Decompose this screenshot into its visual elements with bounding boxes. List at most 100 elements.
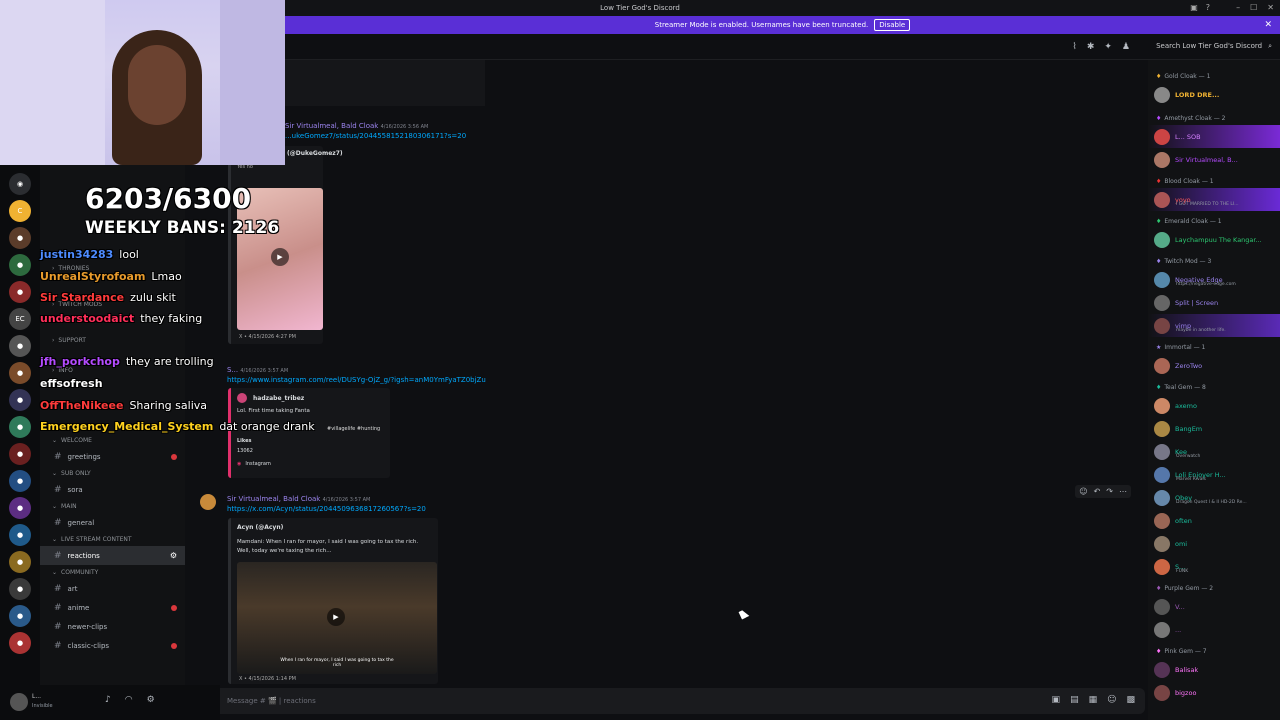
more-icon[interactable]: ⋯ (1119, 487, 1127, 496)
server-icon[interactable]: ● (9, 497, 31, 519)
server-icon[interactable]: ● (9, 605, 31, 627)
channel-sora[interactable]: # sora (40, 480, 185, 499)
member[interactable]: ... (1148, 618, 1280, 641)
close-icon[interactable]: ✕ (1267, 3, 1274, 12)
apps-icon[interactable]: ▩ (1126, 695, 1135, 705)
member-list-icon[interactable]: ♟ (1122, 42, 1130, 52)
maximize-icon[interactable]: ☐ (1250, 3, 1257, 12)
category-welcome[interactable]: ⌄ WELCOME (40, 433, 185, 447)
member[interactable]: Obey Dragon Quest I & II HD-2D Re... (1148, 486, 1280, 509)
hash-icon: # (54, 451, 62, 462)
member[interactable]: Negative Edge https://negative-edge.com (1148, 268, 1280, 291)
category-live-stream-content[interactable]: ⌄ LIVE STREAM CONTENT (40, 532, 185, 546)
channel-newer-clips[interactable]: # newer-clips (40, 617, 185, 636)
help-icon[interactable]: ? (1206, 3, 1210, 12)
member[interactable]: BangEm (1148, 417, 1280, 440)
member[interactable]: often (1148, 509, 1280, 532)
reply-icon[interactable]: ↶ (1094, 487, 1101, 496)
channel-reactions[interactable]: # reactions ⚙ (40, 546, 185, 565)
settings-gear-icon[interactable]: ⚙ (170, 551, 177, 560)
search-box[interactable]: Search Low Tier God's Discord ⌕ (1156, 42, 1272, 51)
server-icon[interactable]: ● (9, 389, 31, 411)
server-icon[interactable]: ● (9, 362, 31, 384)
server-icon[interactable]: C (9, 200, 31, 222)
server-icon[interactable]: ● (9, 551, 31, 573)
minimize-icon[interactable]: – (1236, 3, 1240, 12)
member[interactable]: Laychampuu The Kangar... (1148, 228, 1280, 251)
server-icon[interactable]: ◉ (9, 173, 31, 195)
member[interactable]: vimp maybe in another life. (1148, 314, 1280, 337)
server-icon[interactable]: ● (9, 281, 31, 303)
headphones-icon[interactable]: ◠ (125, 695, 133, 705)
server-icon[interactable]: ● (9, 578, 31, 600)
member[interactable]: Sir Virtualmeal, B... (1148, 148, 1280, 171)
member[interactable]: V... (1148, 595, 1280, 618)
member[interactable]: ZeroTwo (1148, 354, 1280, 377)
message-link[interactable]: ...ukeGomez7/status/2044558152180306171?… (285, 132, 466, 140)
member[interactable]: S... FUNK (1148, 555, 1280, 578)
channel-art[interactable]: # art (40, 579, 185, 598)
disable-button[interactable]: Disable (874, 19, 911, 31)
message-link[interactable]: https://www.instagram.com/reel/DUSYg-OjZ… (227, 376, 486, 384)
hash-icon: # (54, 484, 62, 495)
settings-gear-icon[interactable]: ⚙ (147, 695, 155, 705)
emoji-icon[interactable]: ☺ (1107, 695, 1116, 705)
channel-general[interactable]: # general (40, 513, 185, 532)
pin-icon[interactable]: ✦ (1104, 42, 1112, 52)
server-icon[interactable]: ● (9, 443, 31, 465)
category-support[interactable]: › SUPPORT (40, 333, 185, 347)
threads-icon[interactable]: ⌇ (1072, 42, 1076, 52)
microphone-icon[interactable]: ♪ (105, 695, 111, 705)
avatar[interactable] (200, 494, 216, 510)
message-link[interactable]: https://x.com/Acyn/status/20445096368172… (227, 505, 426, 513)
gif-icon[interactable]: ▤ (1070, 695, 1079, 705)
member[interactable]: L... SOB (1148, 125, 1280, 148)
member[interactable]: omi (1148, 532, 1280, 555)
embed-footer: ◉ Instagram (237, 461, 271, 467)
channel-header: ⌇ ✱ ✦ ♟ Search Low Tier God's Discord ⌕ (285, 34, 1280, 60)
play-icon[interactable]: ▶ (327, 608, 345, 626)
server-icon[interactable]: ● (9, 632, 31, 654)
chevron-down-icon: › (52, 336, 55, 344)
member[interactable]: axemo (1148, 394, 1280, 417)
gift-icon[interactable]: ▣ (1052, 695, 1061, 705)
server-icon[interactable]: ● (9, 416, 31, 438)
message-author[interactable]: S... (227, 366, 238, 374)
server-icon[interactable]: ● (9, 470, 31, 492)
category-sub-only[interactable]: ⌄ SUB ONLY (40, 466, 185, 480)
sticker-icon[interactable]: ▦ (1089, 695, 1098, 705)
message-author[interactable]: Sir Virtualmeal, Bald Cloak (227, 495, 320, 503)
forward-icon[interactable]: ↷ (1106, 487, 1113, 496)
inbox-icon[interactable]: ▣ (1190, 3, 1198, 12)
channel-classic-clips[interactable]: # classic-clips (40, 636, 185, 655)
avatar (1154, 128, 1170, 145)
member[interactable]: yoyo I GOT MARRIED TO THE LI... (1148, 188, 1280, 211)
channel-anime[interactable]: # anime (40, 598, 185, 617)
member[interactable]: Balisak (1148, 658, 1280, 681)
channel-greetings[interactable]: # greetings (40, 447, 185, 466)
reaction-icon[interactable]: ☺ (1079, 487, 1087, 496)
play-icon[interactable]: ▶ (271, 248, 289, 266)
avatar (237, 393, 247, 403)
member[interactable]: Kee Overwatch (1148, 440, 1280, 463)
notification-bell-icon[interactable]: ✱ (1087, 42, 1095, 52)
member[interactable]: Split | Screen (1148, 291, 1280, 314)
server-icon[interactable]: ● (9, 335, 31, 357)
member[interactable]: Loli Enjoyer H... Marvel Rivals (1148, 463, 1280, 486)
message-input[interactable]: ⊕ Message # 🎬 | reactions ▣ ▤ ▦ ☺ ▩ (195, 688, 1145, 714)
message-timestamp: 4/16/2026 3:57 AM (240, 368, 289, 374)
server-icon[interactable]: ● (9, 524, 31, 546)
member[interactable]: bigzoo (1148, 681, 1280, 704)
banner-text: Streamer Mode is enabled. Usernames have… (654, 21, 869, 29)
member[interactable]: LORD DRE... (1148, 83, 1280, 106)
category-community[interactable]: ⌄ COMMUNITY (40, 565, 185, 579)
avatar[interactable] (10, 693, 28, 711)
server-icon[interactable]: EC (9, 308, 31, 330)
server-icon[interactable]: ● (9, 227, 31, 249)
unread-badge (171, 642, 177, 649)
embed-video-thumbnail[interactable]: ▶ When I ran for mayor, I said I was goi… (237, 562, 437, 674)
banner-close-icon[interactable]: ✕ (1264, 20, 1272, 30)
server-icon[interactable]: ● (9, 254, 31, 276)
category-main[interactable]: ⌄ MAIN (40, 499, 185, 513)
message-author[interactable]: Sir Virtualmeal, Bald Cloak (285, 122, 378, 130)
